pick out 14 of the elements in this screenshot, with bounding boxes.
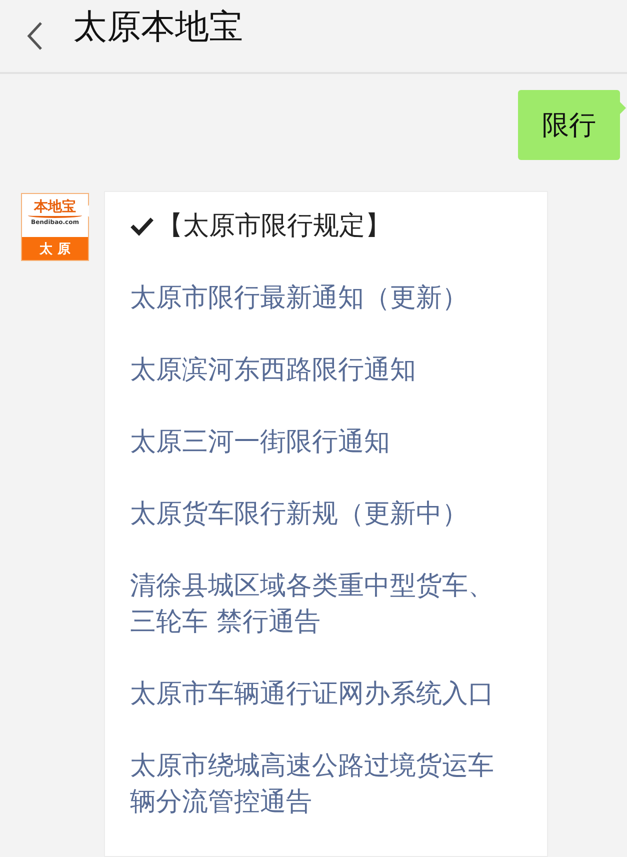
article-link[interactable]: 太原滨河东西路限行通知 [130, 352, 510, 388]
logo-text: 本地宝 [34, 200, 76, 215]
window-title: 太原本地宝 [73, 6, 243, 49]
check-icon [130, 216, 154, 236]
city-label: 太 原 [22, 237, 88, 260]
article-link[interactable]: 太原市绕城高速公路过境货运车辆分流管控通告 [130, 748, 510, 820]
article-link[interactable]: 太原市限行最新通知（更新） [130, 280, 510, 316]
section-heading: 【太原市限行规定】 [157, 210, 391, 243]
message-bubble: 限行 [518, 90, 620, 160]
article-link[interactable]: 太原三河一街限行通知 [130, 424, 510, 460]
article-link[interactable]: 太原货车限行新规（更新中） [130, 496, 510, 532]
article-link[interactable]: 太原市车辆通行证网办系统入口 [130, 676, 510, 712]
swoosh-icon [28, 213, 82, 218]
article-link[interactable]: 清徐县城区域各类重中型货车、三轮车 禁行通告 [130, 568, 510, 640]
